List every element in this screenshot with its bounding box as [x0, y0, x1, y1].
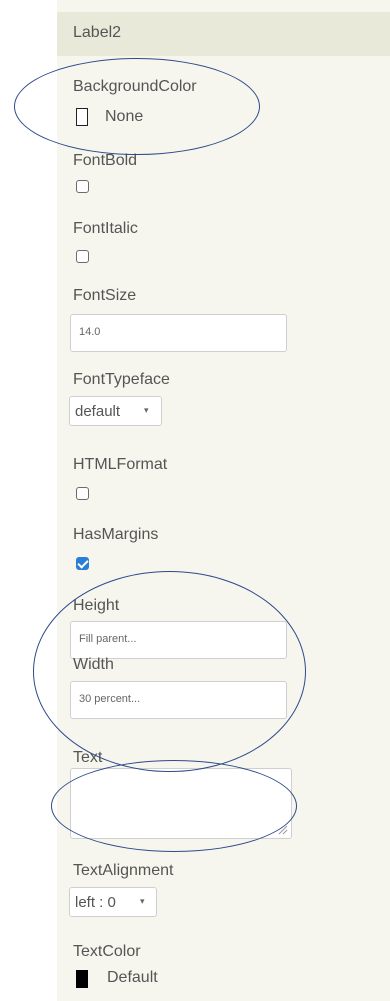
html-format-label: HTMLFormat — [73, 456, 168, 473]
width-input[interactable]: 30 percent... — [70, 681, 287, 719]
color-swatch-icon — [76, 108, 88, 126]
font-typeface-label: FontTypeface — [73, 371, 170, 388]
text-textarea[interactable] — [70, 768, 292, 839]
width-label: Width — [73, 656, 114, 673]
font-italic-checkbox[interactable] — [76, 250, 89, 263]
text-label: Text — [73, 749, 103, 766]
height-value: Fill parent... — [79, 633, 137, 645]
background-color-label: BackgroundColor — [73, 78, 197, 95]
font-bold-label: FontBold — [73, 152, 138, 169]
component-header: Label2 — [57, 12, 390, 56]
text-alignment-label: TextAlignment — [73, 862, 174, 879]
resize-grip-icon[interactable] — [278, 825, 288, 835]
text-color-value: Default — [107, 969, 158, 986]
has-margins-label: HasMargins — [73, 526, 159, 543]
text-alignment-value: left : 0 — [75, 894, 116, 911]
font-typeface-dropdown[interactable]: default ▾ — [69, 396, 162, 426]
has-margins-checkbox[interactable] — [76, 557, 89, 570]
background-color-value: None — [105, 108, 144, 125]
width-value: 30 percent... — [79, 693, 141, 705]
chevron-down-icon: ▾ — [140, 896, 145, 906]
chevron-down-icon: ▾ — [144, 405, 149, 415]
color-swatch-icon — [76, 970, 88, 988]
font-bold-checkbox[interactable] — [76, 180, 89, 193]
properties-panel — [57, 0, 390, 1001]
font-size-input[interactable]: 14.0 — [70, 314, 287, 352]
component-name: Label2 — [73, 24, 122, 41]
font-size-label: FontSize — [73, 287, 137, 304]
height-label: Height — [73, 597, 120, 614]
font-italic-label: FontItalic — [73, 220, 138, 237]
text-color-label: TextColor — [73, 943, 141, 960]
height-input[interactable]: Fill parent... — [70, 621, 287, 659]
html-format-checkbox[interactable] — [76, 487, 89, 500]
font-size-value: 14.0 — [79, 326, 101, 338]
font-typeface-value: default — [75, 403, 121, 420]
text-alignment-dropdown[interactable]: left : 0 ▾ — [69, 887, 157, 917]
